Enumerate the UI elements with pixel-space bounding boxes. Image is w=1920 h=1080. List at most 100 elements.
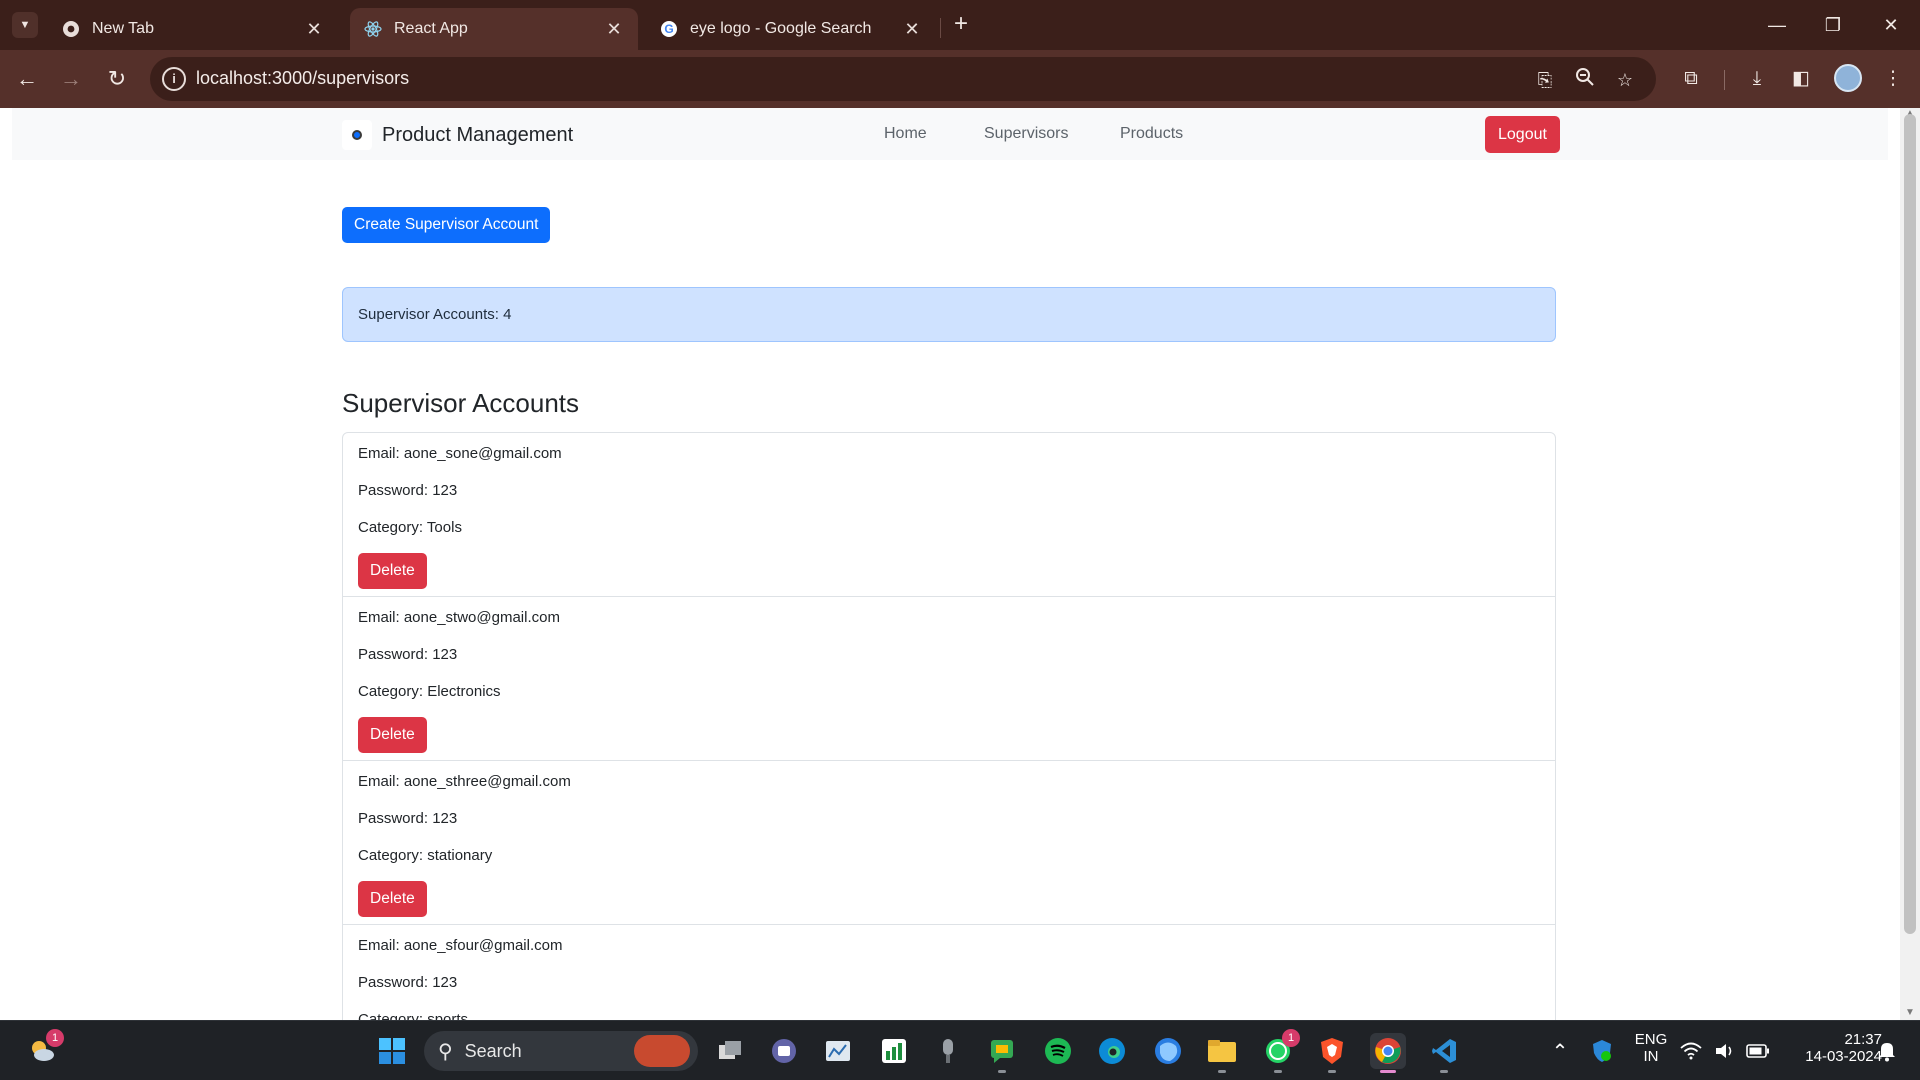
- taskbar-search[interactable]: ⚲ Search: [424, 1031, 698, 1071]
- running-indicator: [1328, 1070, 1336, 1073]
- bookmark-star-icon[interactable]: ☆: [1612, 67, 1638, 93]
- supervisor-email: Email: aone_sone@gmail.com: [358, 445, 562, 462]
- tab-new-tab[interactable]: New Tab ✕: [48, 8, 338, 50]
- minimize-icon[interactable]: —: [1762, 10, 1792, 40]
- tab-title: eye logo - Google Search: [690, 20, 872, 37]
- edge-browser-icon[interactable]: [1094, 1033, 1130, 1069]
- tab-search-button[interactable]: ▼: [12, 12, 38, 38]
- weather-widget-icon[interactable]: 1: [24, 1029, 64, 1069]
- toolbar-separator: [1724, 70, 1725, 90]
- show-hidden-icons-chevron-icon[interactable]: ⌃: [1542, 1033, 1578, 1069]
- menu-kebab-icon[interactable]: ⋮: [1878, 64, 1908, 94]
- scrollbar-thumb[interactable]: [1904, 114, 1916, 934]
- brand-name[interactable]: Product Management: [382, 124, 573, 147]
- whatsapp-icon[interactable]: 1: [1260, 1029, 1300, 1073]
- active-indicator: [1380, 1070, 1396, 1073]
- search-label: Search: [464, 1040, 522, 1061]
- supervisor-category: Category: sports: [358, 1011, 469, 1020]
- brand[interactable]: Product Management: [342, 120, 573, 150]
- language-indicator[interactable]: ENG IN: [1628, 1031, 1674, 1065]
- stock-monitor-icon[interactable]: [820, 1033, 856, 1069]
- file-explorer-icon[interactable]: [1204, 1033, 1240, 1073]
- tab-google-search[interactable]: G eye logo - Google Search ✕: [646, 8, 936, 50]
- page-scrollbar[interactable]: ▲ ▼: [1900, 108, 1920, 1020]
- vscode-icon[interactable]: [1426, 1033, 1462, 1073]
- task-view-icon[interactable]: [712, 1033, 748, 1069]
- running-indicator: [1274, 1070, 1282, 1073]
- nav-home-link[interactable]: Home: [884, 125, 927, 143]
- tab-separator: [940, 18, 941, 38]
- tab-title: New Tab: [92, 20, 154, 37]
- battery-icon[interactable]: [1744, 1033, 1772, 1069]
- teams-chat-icon[interactable]: [766, 1033, 802, 1069]
- supervisor-list: Email: aone_sone@gmail.com Password: 123…: [342, 432, 1556, 1020]
- wifi-icon[interactable]: [1678, 1033, 1704, 1069]
- supervisor-email: Email: aone_sfour@gmail.com: [358, 937, 563, 954]
- supervisor-list-item: Email: aone_stwo@gmail.com Password: 123…: [343, 597, 1555, 761]
- weather-badge: 1: [46, 1029, 64, 1047]
- chrome-taskbar-icon[interactable]: [1370, 1033, 1406, 1073]
- microphone-app-icon[interactable]: [930, 1033, 966, 1069]
- google-icon: G: [660, 20, 678, 38]
- tab-react-app[interactable]: React App ✕: [350, 8, 638, 50]
- delete-button[interactable]: Delete: [358, 717, 427, 753]
- windows-taskbar: 1 ⚲ Search 1 ⌃ ENG IN 21:37 14-03-2024: [0, 1020, 1920, 1080]
- side-panel-icon[interactable]: ◧: [1786, 64, 1816, 94]
- supervisor-category: Category: Electronics: [358, 683, 501, 700]
- nav-products-link[interactable]: Products: [1120, 125, 1183, 143]
- create-supervisor-button[interactable]: Create Supervisor Account: [342, 207, 551, 243]
- running-indicator: [998, 1070, 1006, 1073]
- restore-icon[interactable]: ❐: [1818, 10, 1848, 40]
- browser-tab-strip: ▼ New Tab ✕ React App ✕ G eye logo - Goo…: [0, 0, 1920, 50]
- extensions-puzzle-icon[interactable]: ⧉: [1676, 64, 1706, 94]
- new-tab-plus-icon[interactable]: +: [948, 12, 974, 38]
- volume-icon[interactable]: [1712, 1033, 1738, 1069]
- svg-text:G: G: [664, 22, 673, 36]
- forward-arrow-icon[interactable]: →: [56, 64, 86, 94]
- firefox-icon[interactable]: [1150, 1033, 1186, 1069]
- back-arrow-icon[interactable]: ←: [12, 64, 42, 94]
- reload-icon[interactable]: ↻: [102, 64, 132, 94]
- running-indicator: [1440, 1070, 1448, 1073]
- profile-avatar[interactable]: [1834, 64, 1862, 92]
- url-text[interactable]: localhost:3000/supervisors: [196, 68, 409, 89]
- install-app-icon[interactable]: ⎘: [1532, 67, 1558, 93]
- supervisor-category: Category: Tools: [358, 519, 462, 536]
- zoom-icon[interactable]: [1572, 67, 1598, 93]
- clock[interactable]: 21:37 14-03-2024: [1782, 1031, 1882, 1065]
- search-highlight-image: [634, 1035, 690, 1067]
- supervisor-list-item: Email: aone_sfour@gmail.com Password: 12…: [343, 925, 1555, 1020]
- security-shield-icon[interactable]: [1584, 1033, 1620, 1069]
- close-icon[interactable]: ✕: [304, 19, 324, 40]
- supervisor-list-item: Email: aone_sthree@gmail.com Password: 1…: [343, 761, 1555, 925]
- window-close-icon[interactable]: ✕: [1876, 10, 1906, 40]
- app-navbar: Product Management Home Supervisors Prod…: [12, 108, 1888, 160]
- section-title: Supervisor Accounts: [342, 388, 580, 418]
- notification-bell-icon[interactable]: [1872, 1033, 1902, 1069]
- spotify-icon[interactable]: [1040, 1033, 1076, 1069]
- brave-browser-icon[interactable]: [1314, 1033, 1350, 1073]
- supervisor-password: Password: 123: [358, 974, 458, 991]
- supervisor-password: Password: 123: [358, 810, 458, 827]
- supervisor-password: Password: 123: [358, 482, 458, 499]
- close-icon[interactable]: ✕: [902, 19, 922, 40]
- delete-button[interactable]: Delete: [358, 553, 427, 589]
- windows-start-icon[interactable]: [374, 1033, 410, 1069]
- supervisor-list-item: Email: aone_sone@gmail.com Password: 123…: [343, 433, 1555, 597]
- supervisor-email: Email: aone_stwo@gmail.com: [358, 609, 560, 626]
- delete-button[interactable]: Delete: [358, 881, 427, 917]
- address-bar[interactable]: i localhost:3000/supervisors ⎘ ☆: [150, 57, 1656, 101]
- page-viewport: Product Management Home Supervisors Prod…: [0, 108, 1900, 1020]
- site-info-icon[interactable]: i: [162, 67, 186, 91]
- sheets-chart-icon[interactable]: [876, 1033, 912, 1069]
- nav-supervisors-link[interactable]: Supervisors: [984, 125, 1068, 143]
- react-icon: [364, 20, 382, 38]
- scroll-down-arrow-icon[interactable]: ▼: [1905, 1007, 1915, 1018]
- google-chat-icon[interactable]: [984, 1033, 1020, 1073]
- download-icon[interactable]: ⤓: [1742, 64, 1772, 94]
- browser-toolbar: ← → ↻ i localhost:3000/supervisors ⎘ ☆ ⧉…: [0, 50, 1920, 108]
- logout-button[interactable]: Logout: [1485, 116, 1560, 153]
- tab-title: React App: [394, 20, 468, 37]
- language-code: ENG: [1634, 1031, 1668, 1048]
- close-icon[interactable]: ✕: [604, 19, 624, 40]
